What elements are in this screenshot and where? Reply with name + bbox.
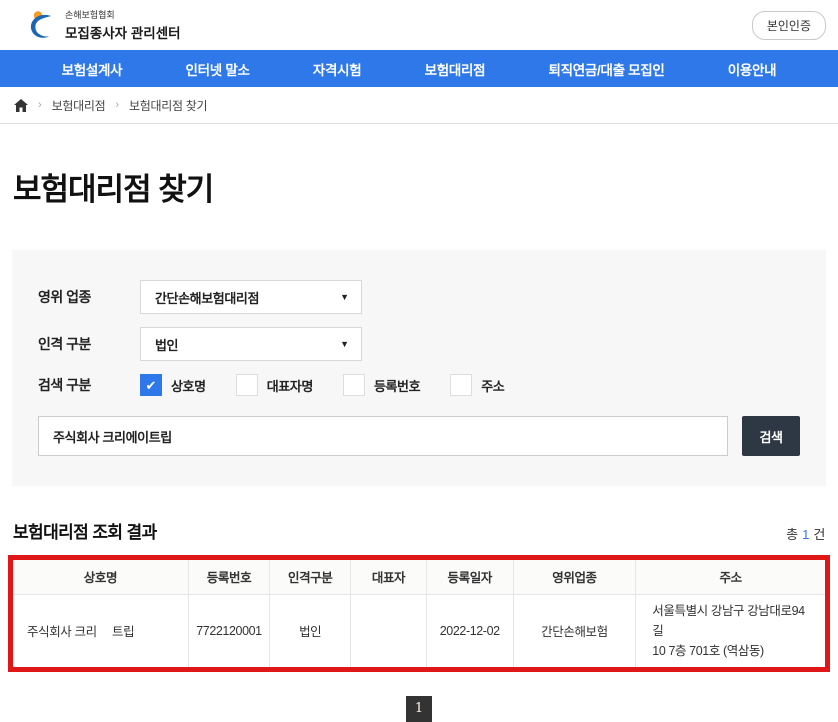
logo-subtitle: 손해보험협회: [65, 8, 181, 21]
nav-item-user-guide[interactable]: 이용안내: [728, 59, 776, 79]
breadcrumb-item-agency[interactable]: 보험대리점: [52, 97, 106, 114]
col-header-business-type: 영위업종: [513, 560, 636, 594]
results-count-suffix: 건: [810, 527, 825, 542]
cell-business-type: 간단손해보험: [513, 594, 636, 667]
logo-text: 손해보험협회 모집종사자 관리센터: [65, 8, 181, 42]
chevron-down-icon: ▼: [340, 339, 349, 349]
search-form-panel: 영위 업종 간단손해보험대리점 ▼ 인격 구분 법인 ▼ 검색 구분 ✔ 상호명…: [12, 250, 826, 486]
results-count-number: 1: [801, 527, 810, 542]
checkbox-label: 주소: [481, 376, 504, 395]
business-type-label: 영위 업종: [38, 287, 140, 307]
entity-type-label: 인격 구분: [38, 334, 140, 354]
chevron-down-icon: ▼: [340, 292, 349, 302]
logo-swoosh-icon: [26, 9, 58, 41]
col-header-registration-number: 등록번호: [188, 560, 269, 594]
search-type-row: 검색 구분 ✔ 상호명 대표자명 등록번호 주소: [38, 374, 800, 396]
table-row[interactable]: 주식회사 크리 트립 7722120001 법인 2022-12-02 간단손해…: [13, 594, 825, 667]
checkbox-company-name[interactable]: ✔ 상호명: [140, 374, 206, 396]
identity-verify-button[interactable]: 본인인증: [752, 11, 826, 40]
cell-registration-date: 2022-12-02: [426, 594, 513, 667]
entity-type-value: 법인: [155, 335, 178, 354]
annotation-red-box: 상호명 등록번호 인격구분 대표자 등록일자 영위업종 주소 주식회사 크리 트…: [8, 555, 830, 672]
site-header: 손해보험협회 모집종사자 관리센터 본인인증: [0, 0, 838, 50]
org-logo[interactable]: 손해보험협회 모집종사자 관리센터: [26, 8, 181, 42]
checkbox-representative-name[interactable]: 대표자명: [236, 374, 313, 396]
nav-item-internet-cancellation[interactable]: 인터넷 말소: [186, 59, 250, 79]
checkbox-label: 등록번호: [374, 376, 420, 395]
checkbox-box[interactable]: [236, 374, 258, 396]
results-header: 보험대리점 조회 결과 총 1 건: [13, 518, 825, 543]
cell-registration-number: 7722120001: [188, 594, 269, 667]
col-header-registration-date: 등록일자: [426, 560, 513, 594]
results-heading: 보험대리점 조회 결과: [13, 518, 157, 543]
checkbox-box[interactable]: ✔: [140, 374, 162, 396]
table-header-row: 상호명 등록번호 인격구분 대표자 등록일자 영위업종 주소: [13, 560, 825, 594]
search-type-options: ✔ 상호명 대표자명 등록번호 주소: [140, 374, 504, 396]
checkbox-box[interactable]: [343, 374, 365, 396]
entity-type-select[interactable]: 법인 ▼: [140, 327, 362, 361]
entity-type-row: 인격 구분 법인 ▼: [38, 327, 800, 361]
breadcrumb: › 보험대리점 › 보험대리점 찾기: [0, 87, 838, 124]
page-button-1[interactable]: 1: [406, 696, 432, 722]
cell-entity-type: 법인: [270, 594, 351, 667]
home-icon[interactable]: [14, 99, 28, 112]
business-type-value: 간단손해보험대리점: [155, 288, 259, 307]
breadcrumb-item-agency-search[interactable]: 보험대리점 찾기: [129, 97, 207, 114]
breadcrumb-separator: ›: [38, 99, 42, 111]
checkbox-label: 상호명: [171, 376, 206, 395]
col-header-address: 주소: [636, 560, 825, 594]
checkbox-label: 대표자명: [267, 376, 313, 395]
business-type-select[interactable]: 간단손해보험대리점 ▼: [140, 280, 362, 314]
results-count-prefix: 총: [786, 527, 801, 542]
search-input[interactable]: [38, 416, 728, 456]
search-type-label: 검색 구분: [38, 375, 140, 395]
nav-item-insurance-agency[interactable]: 보험대리점: [425, 59, 486, 79]
col-header-representative: 대표자: [351, 560, 427, 594]
checkbox-address[interactable]: 주소: [450, 374, 504, 396]
checkbox-box[interactable]: [450, 374, 472, 396]
main-nav: 보험설계사 인터넷 말소 자격시험 보험대리점 퇴직연금/대출 모집인 이용안내: [0, 50, 838, 87]
results-count: 총 1 건: [786, 524, 825, 543]
cell-address: 서울특별시 강남구 강남대로94길 10 7층 701호 (역삼동): [636, 594, 825, 667]
nav-item-insurance-planner[interactable]: 보험설계사: [62, 59, 123, 79]
results-table: 상호명 등록번호 인격구분 대표자 등록일자 영위업종 주소 주식회사 크리 트…: [13, 560, 825, 667]
checkbox-registration-number[interactable]: 등록번호: [343, 374, 420, 396]
keyword-search-row: 검색: [38, 416, 800, 456]
col-header-entity-type: 인격구분: [270, 560, 351, 594]
check-icon: ✔: [146, 379, 157, 392]
search-button[interactable]: 검색: [742, 416, 800, 456]
logo-title: 모집종사자 관리센터: [65, 22, 181, 42]
nav-item-retirement-pension-loan[interactable]: 퇴직연금/대출 모집인: [549, 59, 665, 79]
nav-item-qualification-exam[interactable]: 자격시험: [313, 59, 361, 79]
col-header-company-name: 상호명: [13, 560, 188, 594]
cell-company-name: 주식회사 크리 트립: [13, 594, 188, 667]
business-type-row: 영위 업종 간단손해보험대리점 ▼: [38, 280, 800, 314]
cell-representative: [351, 594, 427, 667]
page-title: 보험대리점 찾기: [13, 164, 838, 209]
breadcrumb-separator: ›: [115, 99, 119, 111]
pagination: 1: [0, 696, 838, 722]
